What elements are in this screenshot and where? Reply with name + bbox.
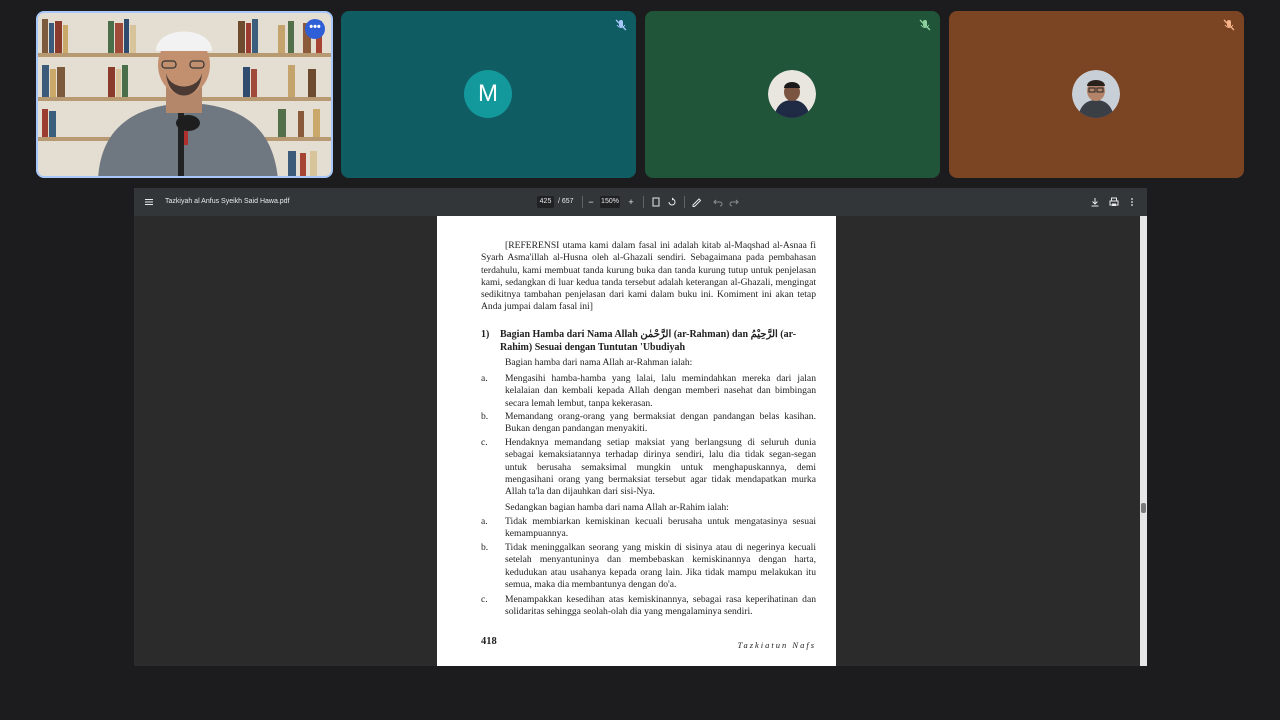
redo-icon[interactable] (728, 196, 740, 208)
list-item-label: a. (481, 516, 488, 527)
participant-tile-m[interactable]: M (341, 11, 636, 178)
toolbar-divider (643, 196, 644, 208)
page-number-input[interactable]: 425 (537, 196, 554, 208)
pdf-title: Tazkiyah al Anfus Syeikh Said Hawa.pdf (165, 198, 290, 205)
list-item-text: Mengasihi hamba-hamba yang lalai, lalu m… (505, 373, 816, 409)
list-item-text: Tidak membiarkan kemiskinan kecuali beru… (505, 516, 816, 540)
mic-off-icon (615, 19, 627, 31)
list-item-label: c. (481, 594, 488, 605)
avatar (1072, 70, 1120, 118)
heading-number: 1) (481, 329, 490, 340)
zoom-out-button[interactable]: − (585, 196, 597, 208)
menu-icon[interactable] (144, 197, 154, 207)
heading-text: Bagian Hamba dari Nama Allah الرَّحْمٰن … (500, 329, 797, 353)
fit-page-icon[interactable] (650, 196, 662, 208)
zoom-in-button[interactable]: + (625, 196, 637, 208)
list-item-label: c. (481, 437, 488, 448)
zoom-input[interactable]: 150% (600, 196, 620, 208)
participant-tile-brown[interactable] (949, 11, 1244, 178)
list-item-text: Tidak meninggalkan seorang yang miskin d… (505, 542, 816, 590)
pdf-page: [REFERENSI utama kami dalam fasal ini ad… (437, 216, 836, 666)
toolbar-divider (582, 196, 583, 208)
rahman-intro: Bagian hamba dari nama Allah ar-Rahman i… (505, 357, 693, 368)
pdf-viewer[interactable]: Tazkiyah al Anfus Syeikh Said Hawa.pdf 4… (134, 188, 1147, 666)
avatar (768, 70, 816, 118)
intro-paragraph: [REFERENSI utama kami dalam fasal ini ad… (481, 240, 816, 313)
rotate-icon[interactable] (666, 196, 678, 208)
avatar: M (464, 70, 512, 118)
speaker-video (38, 13, 331, 176)
mic-off-icon (1223, 19, 1235, 31)
download-icon[interactable] (1089, 196, 1101, 208)
rahim-intro: Sedangkan bagian hamba dari nama Allah a… (505, 502, 729, 513)
page-number: 418 (481, 636, 497, 647)
more-vert-icon[interactable] (1126, 196, 1138, 208)
pdf-toolbar: Tazkiyah al Anfus Syeikh Said Hawa.pdf 4… (134, 188, 1147, 216)
more-options-button[interactable]: ••• (305, 19, 325, 39)
annotate-icon[interactable] (691, 196, 703, 208)
mic-off-icon (919, 19, 931, 31)
participant-tile-speaker[interactable]: ••• (36, 11, 333, 178)
list-item-text: Hendaknya memandang setiap maksiat yang … (505, 437, 816, 498)
scrollbar-thumb[interactable] (1141, 503, 1146, 513)
participant-tile-green[interactable] (645, 11, 940, 178)
undo-icon[interactable] (712, 196, 724, 208)
scrollbar[interactable] (1140, 216, 1147, 666)
toolbar-divider (684, 196, 685, 208)
list-item-text: Memandang orang-orang yang bermaksiat de… (505, 411, 816, 435)
list-item-label: a. (481, 373, 488, 384)
list-item-label: b. (481, 542, 489, 553)
print-icon[interactable] (1108, 196, 1120, 208)
running-title: Tazkiatun Nafs (737, 640, 816, 650)
list-item-label: b. (481, 411, 489, 422)
page-total: / 657 (558, 198, 574, 205)
list-item-text: Menampakkan kesedihan atas kemiskinannya… (505, 594, 816, 618)
